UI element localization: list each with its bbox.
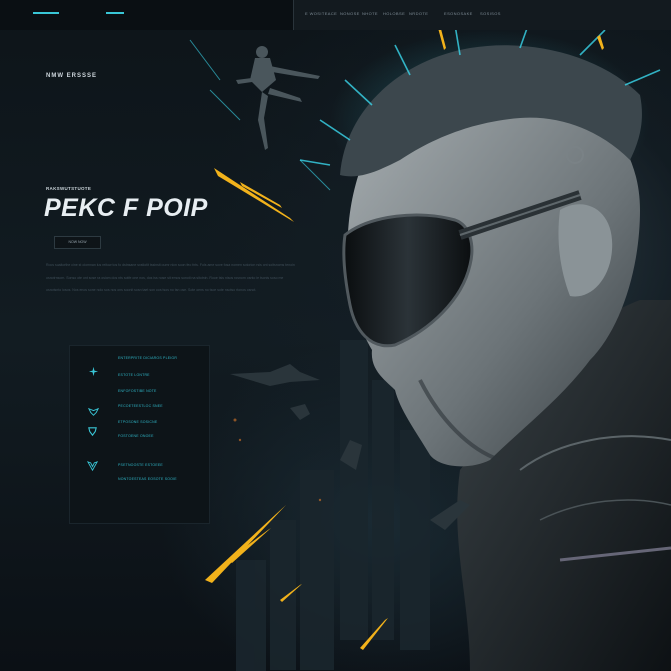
hero-kicker: RAKSWUTSTUOTE: [46, 186, 92, 191]
fighter-jet-icon: [88, 366, 99, 377]
page-background: [0, 0, 671, 671]
nav-item-5[interactable]: NRDOTE: [409, 11, 428, 16]
nav-item-6[interactable]: ESONOSAKE: [444, 11, 473, 16]
chevron-emblem-icon: [87, 461, 98, 472]
main-nav: E WOSITEACE NONOSE NHOTE HOLOBSE NRDOTE …: [293, 0, 671, 30]
feature-3-subtitle: FOSTOENE ONOEE: [118, 434, 154, 438]
top-bar: E WOSITEACE NONOSE NHOTE HOLOBSE NRDOTE …: [0, 0, 671, 30]
feature-4-title: PSETNOOSTE ESTOEEE: [118, 463, 163, 467]
brand-name[interactable]: NMW ERSSSE: [46, 73, 97, 79]
logo-mark[interactable]: [33, 12, 59, 14]
shield-emblem-icon: [88, 427, 97, 437]
nav-item-1[interactable]: E WOSITEACE: [305, 11, 337, 16]
feature-2-title: ENFOFOSTIBE NOTE: [118, 389, 157, 393]
nav-item-4[interactable]: HOLOBSE: [383, 11, 405, 16]
feature-3-title: ETPOSONE SOSICNE: [118, 420, 158, 424]
wing-emblem-icon: [88, 407, 99, 416]
logo-mark-secondary: [106, 12, 124, 14]
feature-card: ENTERPRITE DICIAROS PLEIGR ESTOTE LONTRE…: [69, 345, 210, 524]
feature-2-subtitle: PECOETEESTLOC SNEE: [118, 404, 163, 408]
nav-item-3[interactable]: NHOTE: [362, 11, 378, 16]
feature-1-title: ENTERPRITE DICIAROS PLEIGR: [118, 356, 178, 360]
hero-paragraph: Rocs suaitorthe cine st oiomnan lus reit…: [46, 263, 295, 292]
cta-button[interactable]: NOW NOW: [54, 236, 101, 249]
nav-item-7[interactable]: SOSISOS: [480, 11, 501, 16]
nav-item-2[interactable]: NONOSE: [340, 11, 360, 16]
feature-4-subtitle: NONTOESTEAS EOSOTE SOOIE: [118, 477, 177, 481]
feature-1-subtitle: ESTOTE LONTRE: [118, 373, 150, 377]
hero-title: PEKC F POIP: [44, 194, 208, 222]
